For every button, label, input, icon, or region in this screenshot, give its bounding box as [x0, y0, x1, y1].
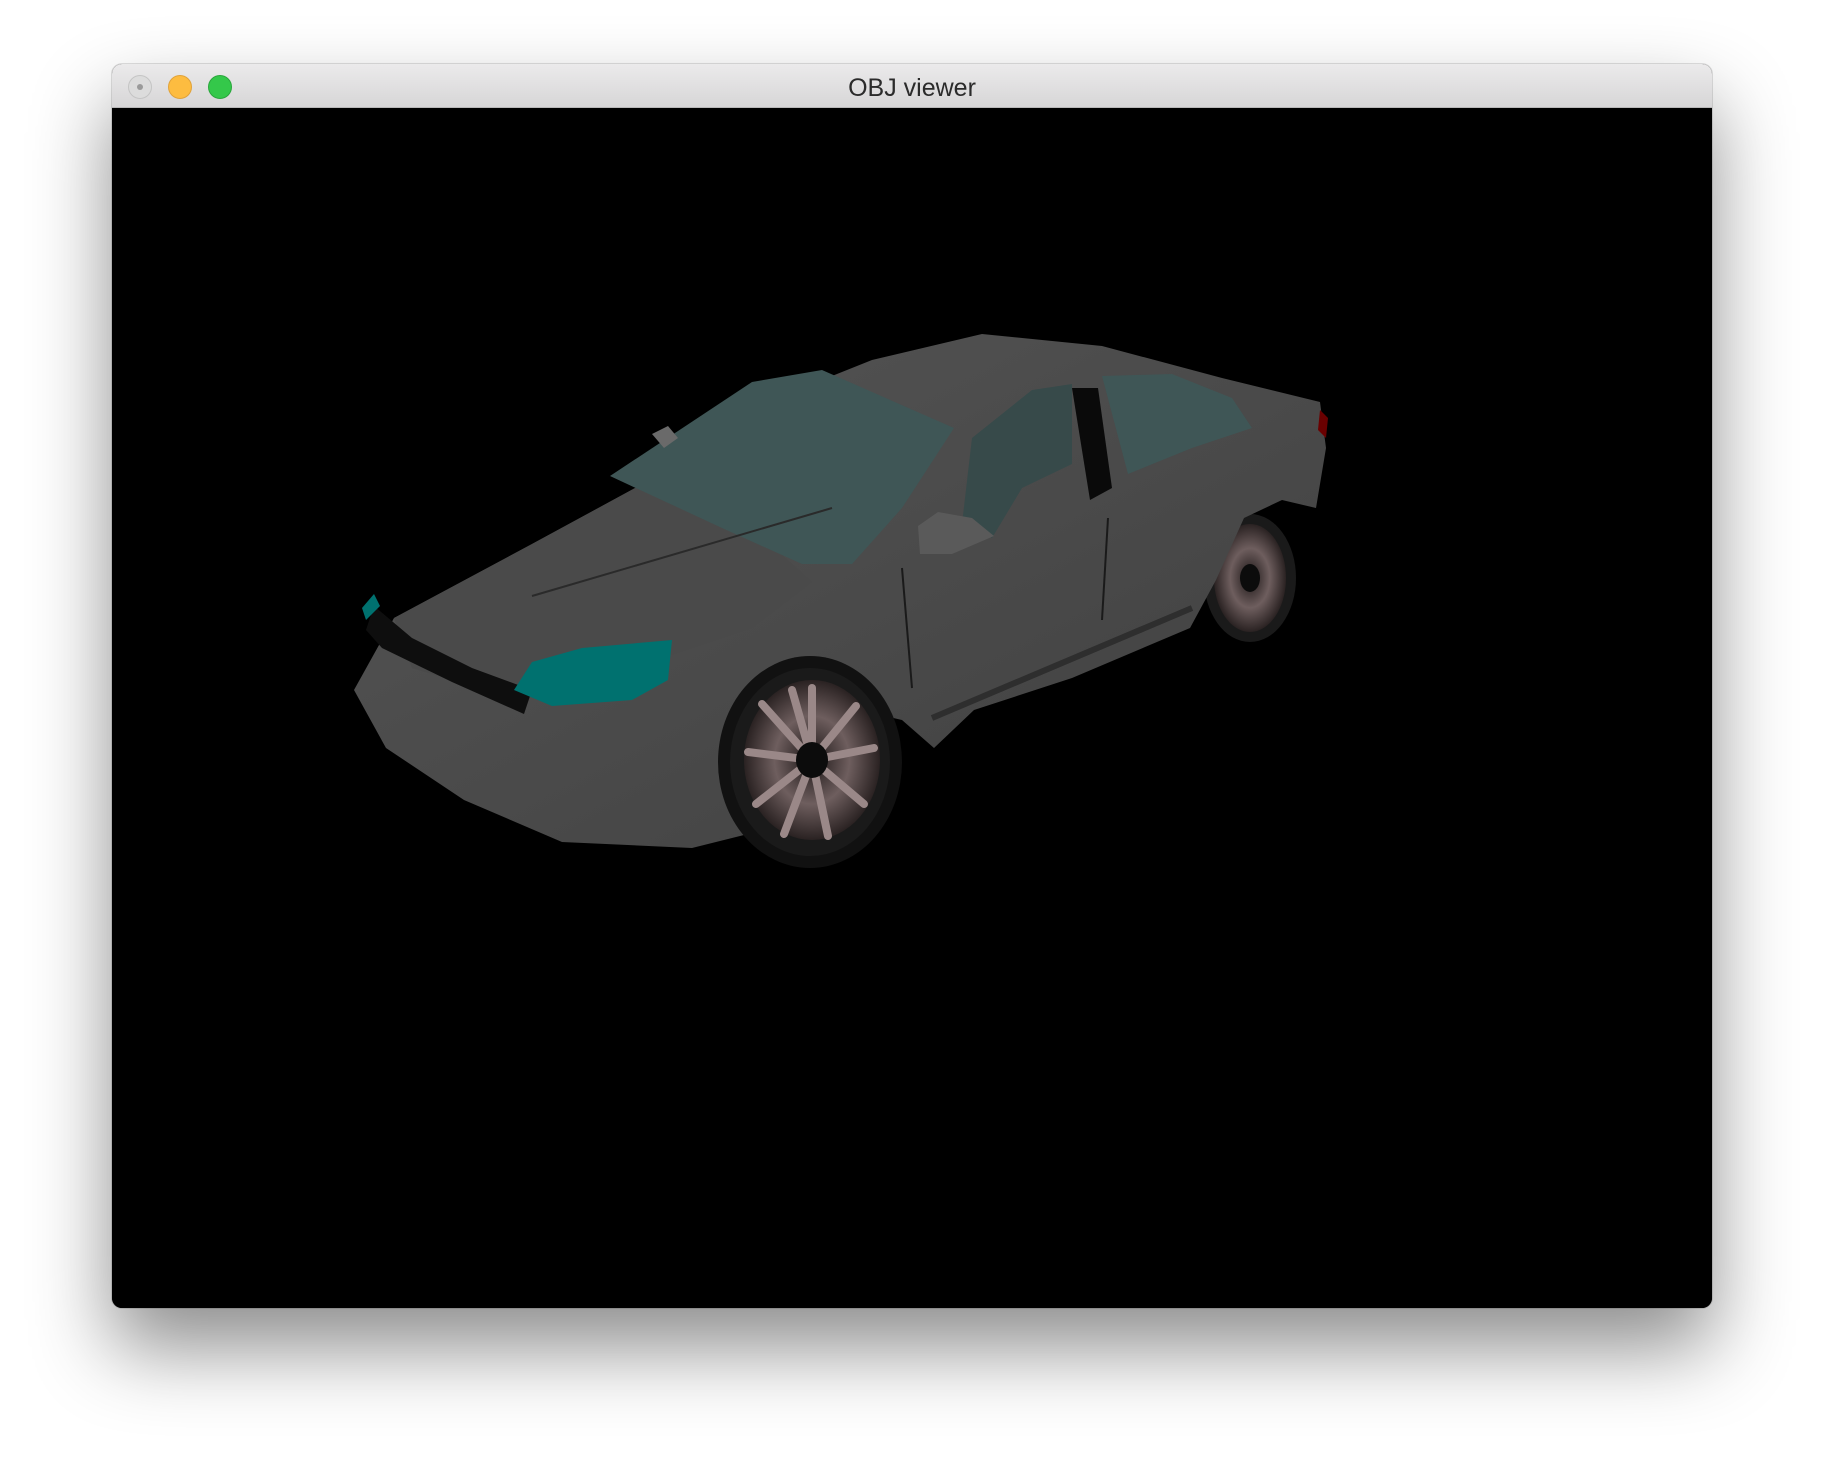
render-viewport[interactable]	[112, 108, 1712, 1308]
app-window: OBJ viewer	[112, 64, 1712, 1308]
front-wheel	[718, 656, 902, 868]
title-bar[interactable]: OBJ viewer	[112, 64, 1712, 108]
window-title: OBJ viewer	[848, 74, 976, 102]
car-3d-render	[354, 334, 1328, 868]
